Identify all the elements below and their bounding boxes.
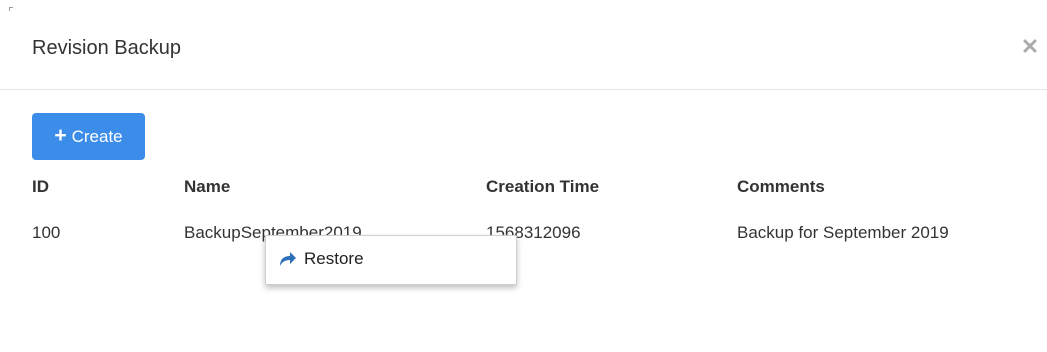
column-header-name: Name <box>184 177 231 196</box>
close-icon <box>1023 39 1037 53</box>
column-header-id: ID <box>32 177 49 196</box>
cell-id: 100 <box>32 223 61 242</box>
restore-icon <box>280 252 296 266</box>
context-menu: Restore <box>265 235 517 285</box>
column-header-creation-time: Creation Time <box>486 177 600 196</box>
create-button[interactable]: + Create <box>32 113 145 160</box>
dialog-title: Revision Backup <box>32 37 181 59</box>
close-button[interactable] <box>1018 34 1042 58</box>
revision-backup-dialog: Revision Backup + Create ID Name Creatio… <box>0 0 1047 352</box>
table-row[interactable]: 100 BackupSeptember2019 1568312096 Backu… <box>32 218 1022 248</box>
column-header-comments: Comments <box>737 177 825 196</box>
menu-item-label: Restore <box>304 249 364 268</box>
create-button-label: Create <box>71 126 123 146</box>
plus-icon: + <box>54 124 67 147</box>
table-header-row: ID Name Creation Time Comments <box>32 172 1022 202</box>
cell-comments: Backup for September 2019 <box>737 223 949 242</box>
menu-item-restore[interactable]: Restore <box>276 245 364 273</box>
dialog-header: Revision Backup <box>0 0 1047 90</box>
revision-table: ID Name Creation Time Comments 100 Backu… <box>32 172 1022 248</box>
